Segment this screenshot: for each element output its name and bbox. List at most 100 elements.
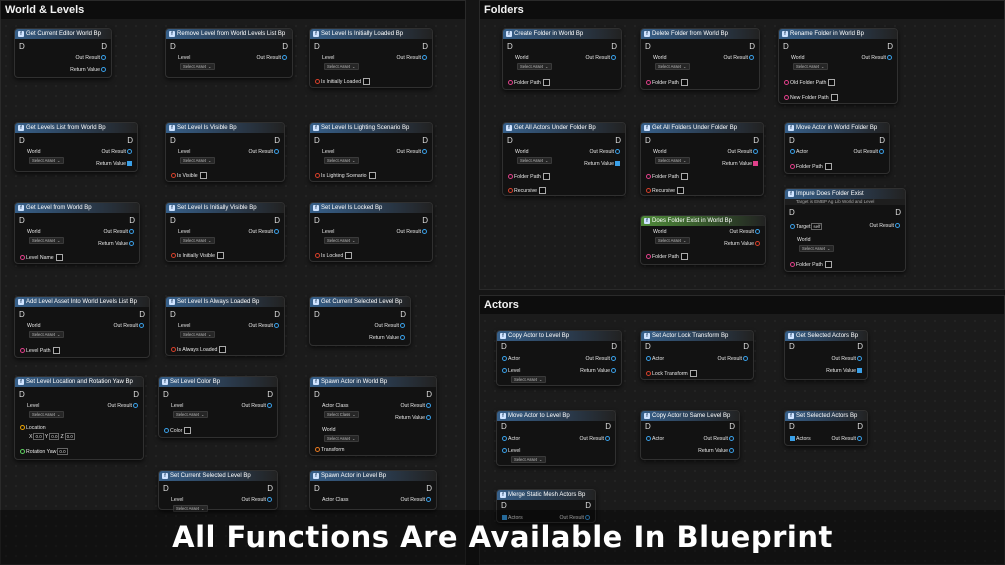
world-select[interactable]: Select Asset bbox=[29, 157, 64, 164]
node-get-current-selected-level[interactable]: f Get Current Selected Level Bp D D Out R… bbox=[309, 296, 411, 346]
actor-class-pin[interactable]: Actor Class bbox=[316, 497, 349, 504]
exec-in-pin[interactable]: D bbox=[314, 217, 320, 225]
node-set-level-color[interactable]: f Set Level Color Bp D D Level Select Ass… bbox=[158, 376, 278, 438]
out-result-pin[interactable]: Out Result bbox=[869, 223, 901, 230]
exec-out-pin[interactable]: D bbox=[422, 217, 428, 225]
actors-pin[interactable]: Actors bbox=[789, 436, 811, 443]
exec-in-pin[interactable]: D bbox=[314, 485, 320, 493]
exec-out-pin[interactable]: D bbox=[139, 311, 145, 319]
actor-pin[interactable]: Actor bbox=[645, 356, 664, 363]
text-field[interactable] bbox=[55, 254, 63, 261]
world-pin[interactable]: World bbox=[21, 229, 40, 236]
exec-in-pin[interactable]: D bbox=[645, 137, 651, 145]
out-result-pin[interactable]: Out Result bbox=[585, 356, 617, 363]
node-move-actor-to-level[interactable]: f Move Actor to Level Bp D D Actor Level … bbox=[496, 410, 616, 466]
checkbox[interactable] bbox=[689, 370, 697, 377]
exec-in-pin[interactable]: D bbox=[170, 311, 176, 319]
out-result-pin[interactable]: Out Result bbox=[400, 403, 432, 410]
exec-out-pin[interactable]: D bbox=[422, 137, 428, 145]
level-pin[interactable]: Level bbox=[165, 497, 183, 504]
level-select[interactable]: Select Asset bbox=[511, 456, 546, 463]
node-get-levels-list[interactable]: f Get Levels List from World Bp D D World… bbox=[14, 122, 138, 172]
level-path-pin[interactable]: Level Path bbox=[19, 347, 60, 355]
exec-in-pin[interactable]: D bbox=[314, 137, 320, 145]
out-result-pin[interactable]: Out Result bbox=[589, 149, 621, 156]
lock-transform-pin[interactable]: Lock Transform bbox=[645, 370, 697, 378]
world-pin[interactable]: World bbox=[785, 55, 804, 62]
exec-in-pin[interactable]: D bbox=[19, 311, 25, 319]
exec-out-pin[interactable]: D bbox=[426, 485, 432, 493]
recursive-pin[interactable]: Recursive bbox=[507, 187, 547, 195]
node-get-all-actors-under-folder[interactable]: f Get All Actors Under Folder Bp D D Worl… bbox=[502, 122, 626, 196]
y-input[interactable]: 0.0 bbox=[49, 433, 60, 440]
out-result-pin[interactable]: Out Result bbox=[75, 55, 107, 62]
node-set-level-initially-visible[interactable]: f Set Level Is Initially Visible Bp D D L… bbox=[165, 202, 285, 262]
level-pin[interactable]: Level bbox=[172, 229, 190, 236]
exec-out-pin[interactable]: D bbox=[611, 43, 617, 51]
z-input[interactable]: 0.0 bbox=[64, 433, 75, 440]
node-remove-level-from-world[interactable]: f Remove Level from World Levels List Bp … bbox=[165, 28, 293, 78]
world-select[interactable]: Select Asset bbox=[517, 63, 552, 70]
actor-pin[interactable]: Actor bbox=[645, 436, 664, 443]
node-rename-folder-in-world[interactable]: f Rename Folder in World Bp D D World Sel… bbox=[778, 28, 898, 104]
out-result-pin[interactable]: Out Result bbox=[113, 323, 145, 330]
out-result-pin[interactable]: Out Result bbox=[241, 403, 273, 410]
world-pin[interactable]: World bbox=[21, 149, 40, 156]
level-pin[interactable]: Level bbox=[172, 323, 190, 330]
exec-in-pin[interactable]: D bbox=[19, 391, 25, 399]
class-select[interactable]: Select Class bbox=[324, 411, 359, 418]
exec-out-pin[interactable]: D bbox=[611, 343, 617, 351]
world-select[interactable]: Select Asset bbox=[793, 63, 828, 70]
old-folder-path-pin[interactable]: Old Folder Path bbox=[783, 79, 836, 87]
world-select[interactable]: Select Asset bbox=[324, 435, 359, 442]
text-field[interactable] bbox=[542, 173, 550, 180]
exec-out-pin[interactable]: D bbox=[879, 137, 885, 145]
out-result-pin[interactable]: Out Result bbox=[248, 149, 280, 156]
location-values[interactable]: X 0.0 Y 0.0 Z 0.0 bbox=[29, 433, 76, 441]
return-value-pin[interactable]: Return Value bbox=[98, 241, 135, 248]
level-pin[interactable]: Level bbox=[165, 403, 183, 410]
level-pin[interactable]: Level bbox=[501, 448, 520, 455]
exec-in-pin[interactable]: D bbox=[783, 43, 789, 51]
out-result-pin[interactable]: Out Result bbox=[400, 497, 432, 504]
location-pin[interactable]: Location bbox=[19, 425, 46, 432]
node-add-level-asset[interactable]: f Add Level Asset Into World Levels List … bbox=[14, 296, 150, 358]
world-pin[interactable]: World bbox=[316, 427, 335, 434]
yaw-input[interactable]: 0.0 bbox=[57, 448, 68, 455]
level-select[interactable]: Select Asset bbox=[29, 411, 64, 418]
exec-in-pin[interactable]: D bbox=[170, 137, 176, 145]
node-copy-actor-to-level[interactable]: f Copy Actor to Level Bp D D Actor Level … bbox=[496, 330, 622, 386]
node-set-level-lighting-scenario[interactable]: f Set Level Is Lighting Scenario Bp D D L… bbox=[309, 122, 433, 182]
exec-out-pin[interactable]: D bbox=[426, 391, 432, 399]
level-select[interactable]: Select Asset bbox=[180, 157, 215, 164]
exec-in-pin[interactable]: D bbox=[170, 217, 176, 225]
node-set-level-initially-loaded[interactable]: f Set Level Is Initially Loaded Bp D D Le… bbox=[309, 28, 433, 88]
level-select[interactable]: Select Asset bbox=[180, 63, 215, 70]
level-pin[interactable]: Level bbox=[316, 55, 334, 62]
exec-in-pin[interactable]: D bbox=[314, 311, 320, 319]
checkbox[interactable] bbox=[677, 187, 685, 194]
folder-path-pin[interactable]: Folder Path bbox=[507, 173, 550, 181]
is-locked-pin[interactable]: Is Locked bbox=[314, 252, 353, 260]
exec-in-pin[interactable]: D bbox=[19, 217, 25, 225]
node-set-level-location-rotation[interactable]: f Set Level Location and Rotation Yaw Bp … bbox=[14, 376, 144, 460]
out-result-pin[interactable]: Out Result bbox=[248, 229, 280, 236]
world-pin[interactable]: World bbox=[509, 149, 528, 156]
return-value-pin[interactable]: Return Value bbox=[70, 67, 107, 74]
return-value-pin[interactable]: Return Value bbox=[584, 161, 621, 168]
exec-out-pin[interactable]: D bbox=[895, 209, 901, 217]
is-lighting-scenario-pin[interactable]: Is Lighting Scenario bbox=[314, 172, 376, 180]
exec-out-pin[interactable]: D bbox=[749, 43, 755, 51]
world-select[interactable]: Select Asset bbox=[29, 237, 64, 244]
out-result-pin[interactable]: Out Result bbox=[853, 149, 885, 156]
node-create-folder-in-world[interactable]: f Create Folder in World Bp D D World Sel… bbox=[502, 28, 622, 90]
exec-in-pin[interactable]: D bbox=[501, 502, 507, 510]
node-get-all-folders-under-folder[interactable]: f Get All Folders Under Folder Bp D D Wor… bbox=[640, 122, 764, 196]
out-result-pin[interactable]: Out Result bbox=[861, 55, 893, 62]
exec-out-pin[interactable]: D bbox=[274, 217, 280, 225]
out-result-pin[interactable]: Out Result bbox=[256, 55, 288, 62]
world-select[interactable]: Select Asset bbox=[655, 237, 690, 244]
world-pin[interactable]: World bbox=[21, 323, 40, 330]
exec-in-pin[interactable]: D bbox=[507, 137, 513, 145]
level-name-pin[interactable]: Level Name bbox=[19, 254, 63, 262]
